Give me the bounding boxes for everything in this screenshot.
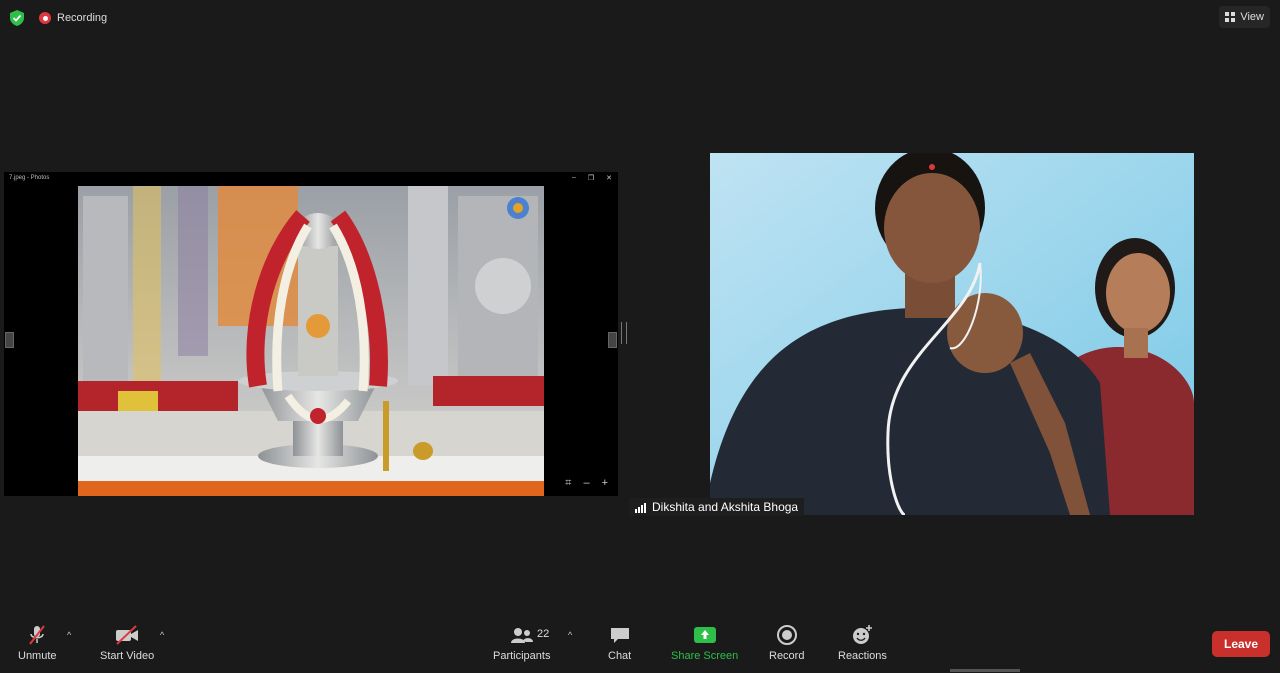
signal-bars-icon — [635, 502, 646, 513]
left-nav-handle — [5, 332, 14, 348]
record-button[interactable]: Record — [769, 624, 804, 662]
chat-icon — [610, 628, 629, 643]
split-divider-handle[interactable] — [621, 322, 627, 344]
right-nav-handle — [608, 332, 617, 348]
fit-icon[interactable]: ⌗ — [565, 477, 571, 490]
recording-indicator[interactable]: Recording — [39, 10, 107, 26]
minimize-icon: – — [571, 174, 576, 181]
participant-name-tag: Dikshita and Akshita Bhoga — [629, 498, 805, 516]
shared-screen-tile[interactable]: 7.jpeg - Photos – ❐ ✕ ⌗ – + — [4, 172, 618, 496]
reactions-icon — [853, 625, 873, 644]
start-video-label: Start Video — [100, 650, 155, 662]
camera-off-icon — [116, 625, 139, 645]
photo-tools: ⌗ – + — [565, 477, 608, 490]
record-icon — [776, 625, 797, 645]
record-label: Record — [769, 650, 805, 662]
shared-window-title: 7.jpeg - Photos — [9, 175, 50, 181]
share-screen-label: Share Screen — [671, 650, 739, 662]
unmute-button[interactable]: Unmute — [18, 624, 57, 662]
participant-name: Dikshita and Akshita Bhoga — [652, 500, 799, 514]
start-video-button[interactable]: Start Video — [100, 624, 154, 662]
close-icon: ✕ — [606, 175, 612, 182]
zoom-in-icon[interactable]: + — [602, 477, 608, 490]
record-dot-icon — [39, 12, 51, 24]
mic-muted-icon — [29, 625, 46, 645]
restore-icon: ❐ — [587, 175, 595, 182]
leave-button[interactable]: Leave — [1212, 631, 1270, 657]
participants-options-caret-icon[interactable]: ^ — [568, 630, 572, 640]
participant-video[interactable] — [710, 153, 1194, 515]
view-label: View — [1240, 11, 1264, 23]
unmute-label: Unmute — [18, 650, 57, 662]
shield-check-icon[interactable] — [10, 10, 24, 26]
chat-label: Chat — [608, 650, 632, 662]
participants-icon — [510, 628, 533, 643]
share-screen-icon — [693, 627, 716, 643]
top-bar: Recording View — [0, 0, 1280, 36]
shared-photo — [78, 186, 544, 496]
shared-window-controls: – ❐ ✕ — [572, 174, 612, 182]
reactions-button[interactable]: Reactions — [838, 624, 887, 662]
share-screen-button[interactable]: Share Screen — [671, 624, 738, 662]
meeting-toolbar: Unmute ^ Start Video ^ Participants 22 ^… — [0, 616, 1280, 673]
audio-options-caret-icon[interactable]: ^ — [67, 630, 71, 640]
zoom-out-icon[interactable]: – — [583, 477, 589, 490]
chat-button[interactable]: Chat — [608, 624, 631, 662]
participants-count: 22 — [537, 628, 550, 640]
view-button[interactable]: View — [1219, 6, 1270, 28]
participants-label: Participants — [493, 650, 551, 662]
reactions-label: Reactions — [838, 650, 887, 662]
window-scroll-indicator — [950, 669, 1020, 672]
grid-icon — [1225, 12, 1236, 22]
recording-label: Recording — [57, 12, 108, 24]
video-options-caret-icon[interactable]: ^ — [160, 630, 164, 640]
